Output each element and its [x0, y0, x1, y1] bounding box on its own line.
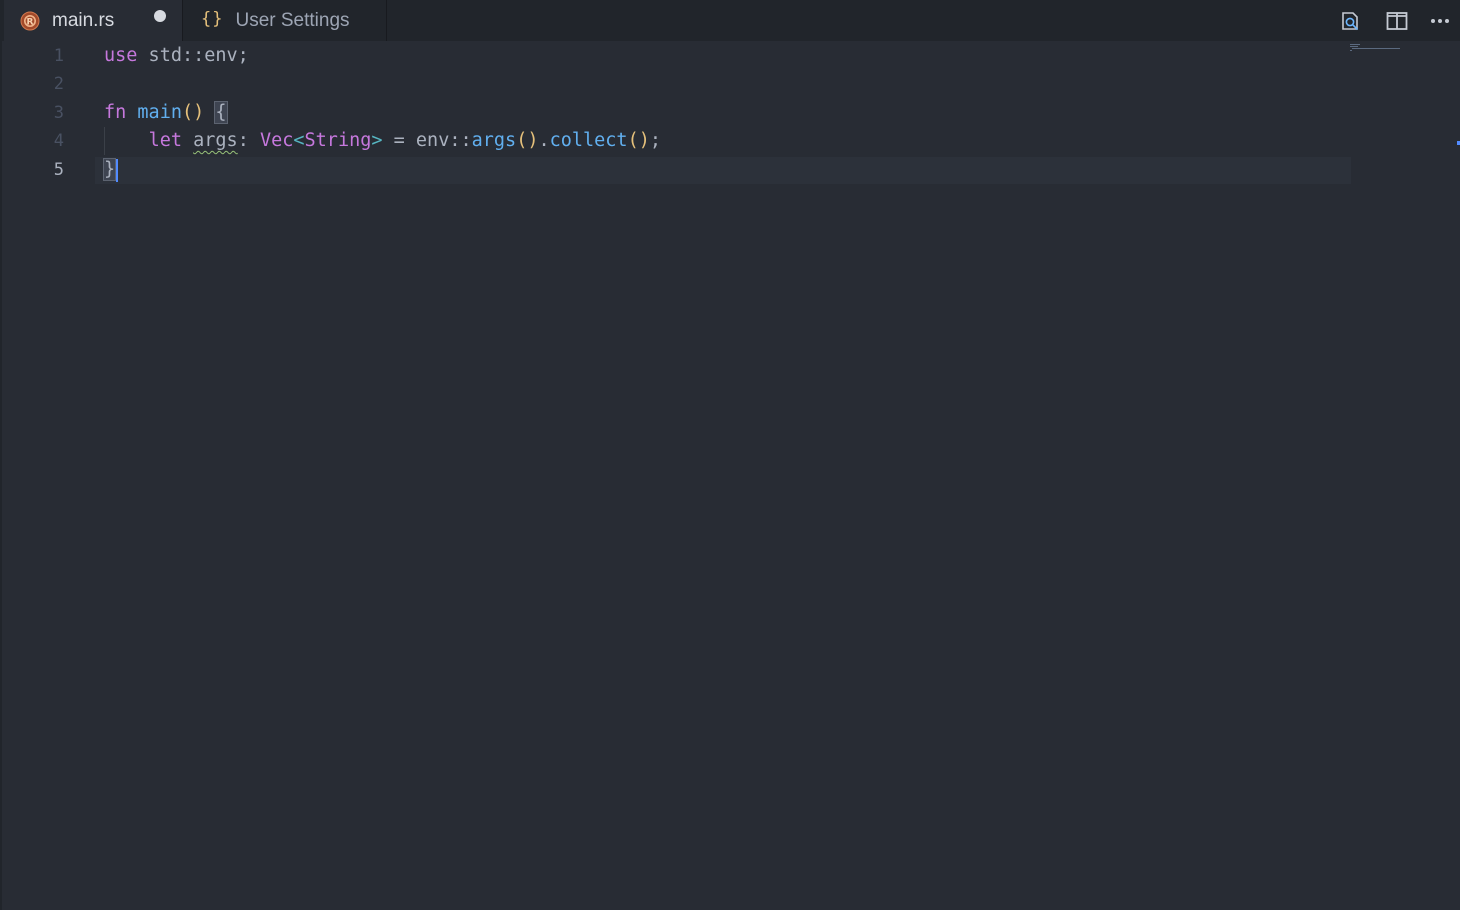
- method-call-token: collect: [549, 130, 628, 151]
- operator-token: =: [382, 130, 416, 151]
- paren-token: (): [627, 130, 650, 151]
- svg-text:R: R: [27, 17, 34, 27]
- semicolon-token: ;: [649, 130, 661, 151]
- rust-icon: R: [20, 11, 40, 31]
- tab-label: User Settings: [235, 9, 350, 31]
- minimap-line: [1350, 50, 1352, 51]
- code-line-4[interactable]: let args: Vec<String> = env::args().coll…: [104, 127, 661, 155]
- module-token: env: [415, 130, 450, 151]
- code-line-1[interactable]: use std::env;: [104, 42, 249, 70]
- path-sep-token: ::: [449, 130, 472, 151]
- tab-label: main.rs: [52, 9, 115, 31]
- current-line-highlight: [95, 157, 1351, 184]
- text-cursor: [116, 159, 118, 182]
- line-number: 3: [53, 103, 64, 123]
- editor-actions: [1328, 0, 1460, 41]
- variable-token-warning[interactable]: args: [193, 130, 238, 151]
- line-number-current: 5: [53, 160, 64, 180]
- matched-brace-open: {: [214, 101, 228, 124]
- keyword-token: let: [148, 130, 182, 151]
- matched-brace-close: }: [102, 158, 117, 181]
- tab-bar: R main.rs {} User Settings: [0, 0, 1460, 41]
- dot-token: .: [538, 130, 550, 151]
- type-token: Vec: [259, 130, 294, 151]
- line-number: 1: [53, 46, 64, 66]
- generic-bracket-token: >: [371, 130, 383, 151]
- generic-bracket-token: <: [293, 130, 305, 151]
- editor-left-border: [0, 41, 2, 910]
- line-number: 4: [53, 131, 64, 151]
- minimap-line: [1350, 44, 1360, 45]
- open-preview-icon[interactable]: [1328, 3, 1374, 39]
- minimap-line: [1350, 46, 1358, 47]
- paren-token: (): [516, 130, 539, 151]
- keyword-token: fn: [104, 102, 127, 123]
- type-token: String: [304, 130, 372, 151]
- more-actions-icon[interactable]: [1420, 3, 1460, 39]
- function-call-token: args: [471, 130, 517, 151]
- editor-window: R main.rs {} User Settings 1 2 3 4 5 use…: [0, 0, 1460, 910]
- paren-token: (): [181, 102, 205, 123]
- split-editor-icon[interactable]: [1374, 3, 1420, 39]
- unsaved-dot-icon[interactable]: [154, 10, 166, 22]
- line-number: 2: [53, 74, 64, 94]
- code-line-5[interactable]: }: [102, 156, 117, 184]
- minimap-line: [1352, 48, 1400, 49]
- keyword-token: use: [104, 45, 138, 66]
- tab-user-settings[interactable]: {} User Settings: [183, 0, 387, 41]
- plain-token: std::env;: [137, 45, 249, 66]
- tab-main-rs[interactable]: R main.rs: [4, 0, 182, 41]
- minimap[interactable]: [1350, 44, 1402, 52]
- code-line-3[interactable]: fn main() {: [104, 99, 228, 127]
- json-braces-icon: {}: [201, 8, 224, 29]
- function-name-token: main: [137, 102, 182, 123]
- punct-token: :: [237, 130, 260, 151]
